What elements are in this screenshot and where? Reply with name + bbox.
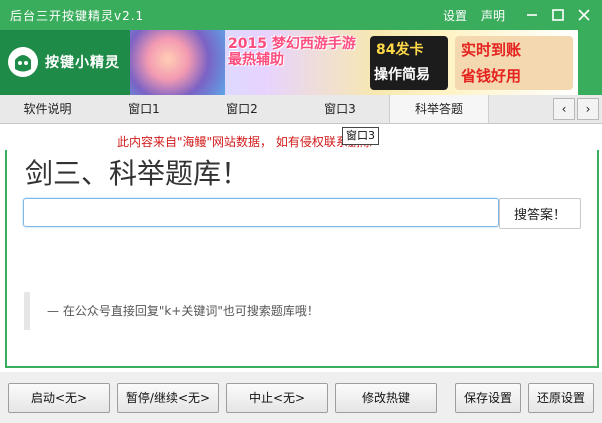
tab-scroll-left-icon[interactable]: ‹ (553, 98, 575, 120)
copyright-notice: 此内容来自"海鳗"网站数据， 如有侵权联系删除 (117, 135, 372, 149)
app-title: 后台三开按键精灵v2.1 (10, 9, 145, 23)
tab-window-3[interactable]: 窗口3 (291, 95, 389, 123)
search-input[interactable] (23, 198, 499, 227)
logo: 按键小精灵 (0, 30, 130, 95)
restore-settings-button[interactable]: 还原设置 (528, 383, 594, 413)
page-title: 剑三、科举题库！ (25, 157, 250, 190)
tip-text: — 在公众号直接回复"k+关键词"也可搜索题库哦！ (47, 304, 319, 318)
tab-window-2[interactable]: 窗口2 (193, 95, 291, 123)
save-settings-button[interactable]: 保存设置 (455, 383, 521, 413)
disclaimer-link[interactable]: 声明 (481, 7, 505, 24)
banner-card-bottom: 操作简易 (374, 67, 430, 83)
banner-card-top: 84发卡 (376, 42, 424, 58)
start-button[interactable]: 启动<无> (8, 383, 110, 413)
tip-quote-bar (24, 292, 30, 330)
banner-game-text: 2015 梦幻西游手游 最热辅助 (228, 36, 356, 68)
banner-promo-top: 实时到账 (461, 41, 522, 59)
tab-bar: 软件说明 窗口1 窗口2 窗口3 科举答题 ‹ › (0, 95, 602, 124)
logo-text: 按键小精灵 (45, 55, 120, 71)
banner-character-image (130, 30, 225, 95)
ad-banner[interactable]: 2015 梦幻西游手游 最热辅助 84发卡 操作简易 实时到账 省钱好用 (130, 30, 578, 95)
title-bar: 后台三开按键精灵v2.1 设置 声明 (0, 0, 602, 30)
search-button[interactable]: 搜答案！ (499, 198, 581, 229)
close-icon[interactable] (573, 4, 595, 26)
tab-software-info[interactable]: 软件说明 (0, 95, 95, 123)
tab-exam-answers[interactable]: 科举答题 (389, 95, 489, 123)
maximize-icon[interactable] (547, 4, 569, 26)
minimize-icon[interactable] (521, 4, 543, 26)
tab-window-1[interactable]: 窗口1 (95, 95, 193, 123)
stop-button[interactable]: 中止<无> (226, 383, 328, 413)
tab-scroll-right-icon[interactable]: › (577, 98, 599, 120)
banner-card-panel: 84发卡 操作简易 (370, 36, 448, 90)
content-panel: 剑三、科举题库！ 搜答案！ — 在公众号直接回复"k+关键词"也可搜索题库哦！ (5, 150, 599, 368)
tab-tooltip: 窗口3 (342, 127, 379, 145)
pause-resume-button[interactable]: 暂停/继续<无> (117, 383, 219, 413)
banner-promo-bottom: 省钱好用 (461, 67, 522, 85)
logo-icon (8, 47, 38, 77)
settings-link[interactable]: 设置 (443, 7, 467, 24)
banner-promo-panel: 实时到账 省钱好用 (455, 36, 573, 90)
change-hotkey-button[interactable]: 修改热键 (335, 383, 437, 413)
